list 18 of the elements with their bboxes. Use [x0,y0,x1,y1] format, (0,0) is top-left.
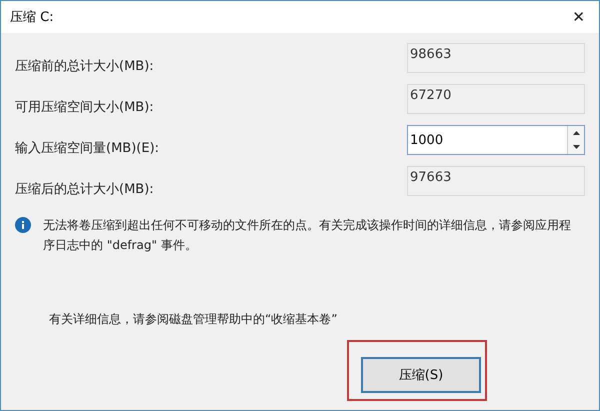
field-label: 可用压缩空间大小(MB): [15,99,154,116]
info-message: 无法将卷压缩到超出任何不可移动的文件所在的点。有关完成该操作时间的详细信息，请参阅应用程序日志中的 "defrag" 事件。 [43,217,572,254]
caret-down-icon [572,145,580,149]
size-field: 67270 [407,84,585,114]
help-message: 有关详细信息，请参阅磁盘管理帮助中的“收缩基本卷” [49,311,338,328]
caret-up-icon [572,131,580,135]
field-label: 压缩后的总计大小(MB): [15,181,154,198]
field-label: 压缩前的总计大小(MB): [15,58,154,75]
spin-box[interactable]: 1000 [407,125,585,155]
shrink-button[interactable]: 压缩(S) [361,357,481,393]
size-field: 97663 [407,166,585,196]
close-button[interactable]: ✕ [572,8,585,26]
up-arrow-button[interactable] [568,126,584,140]
field-label: 输入压缩空间量(MB)(E): [15,140,160,157]
info-icon [15,217,31,233]
size-field: 98663 [407,43,585,73]
down-arrow-button[interactable] [568,140,584,154]
window-title: 压缩 C: [10,9,54,26]
